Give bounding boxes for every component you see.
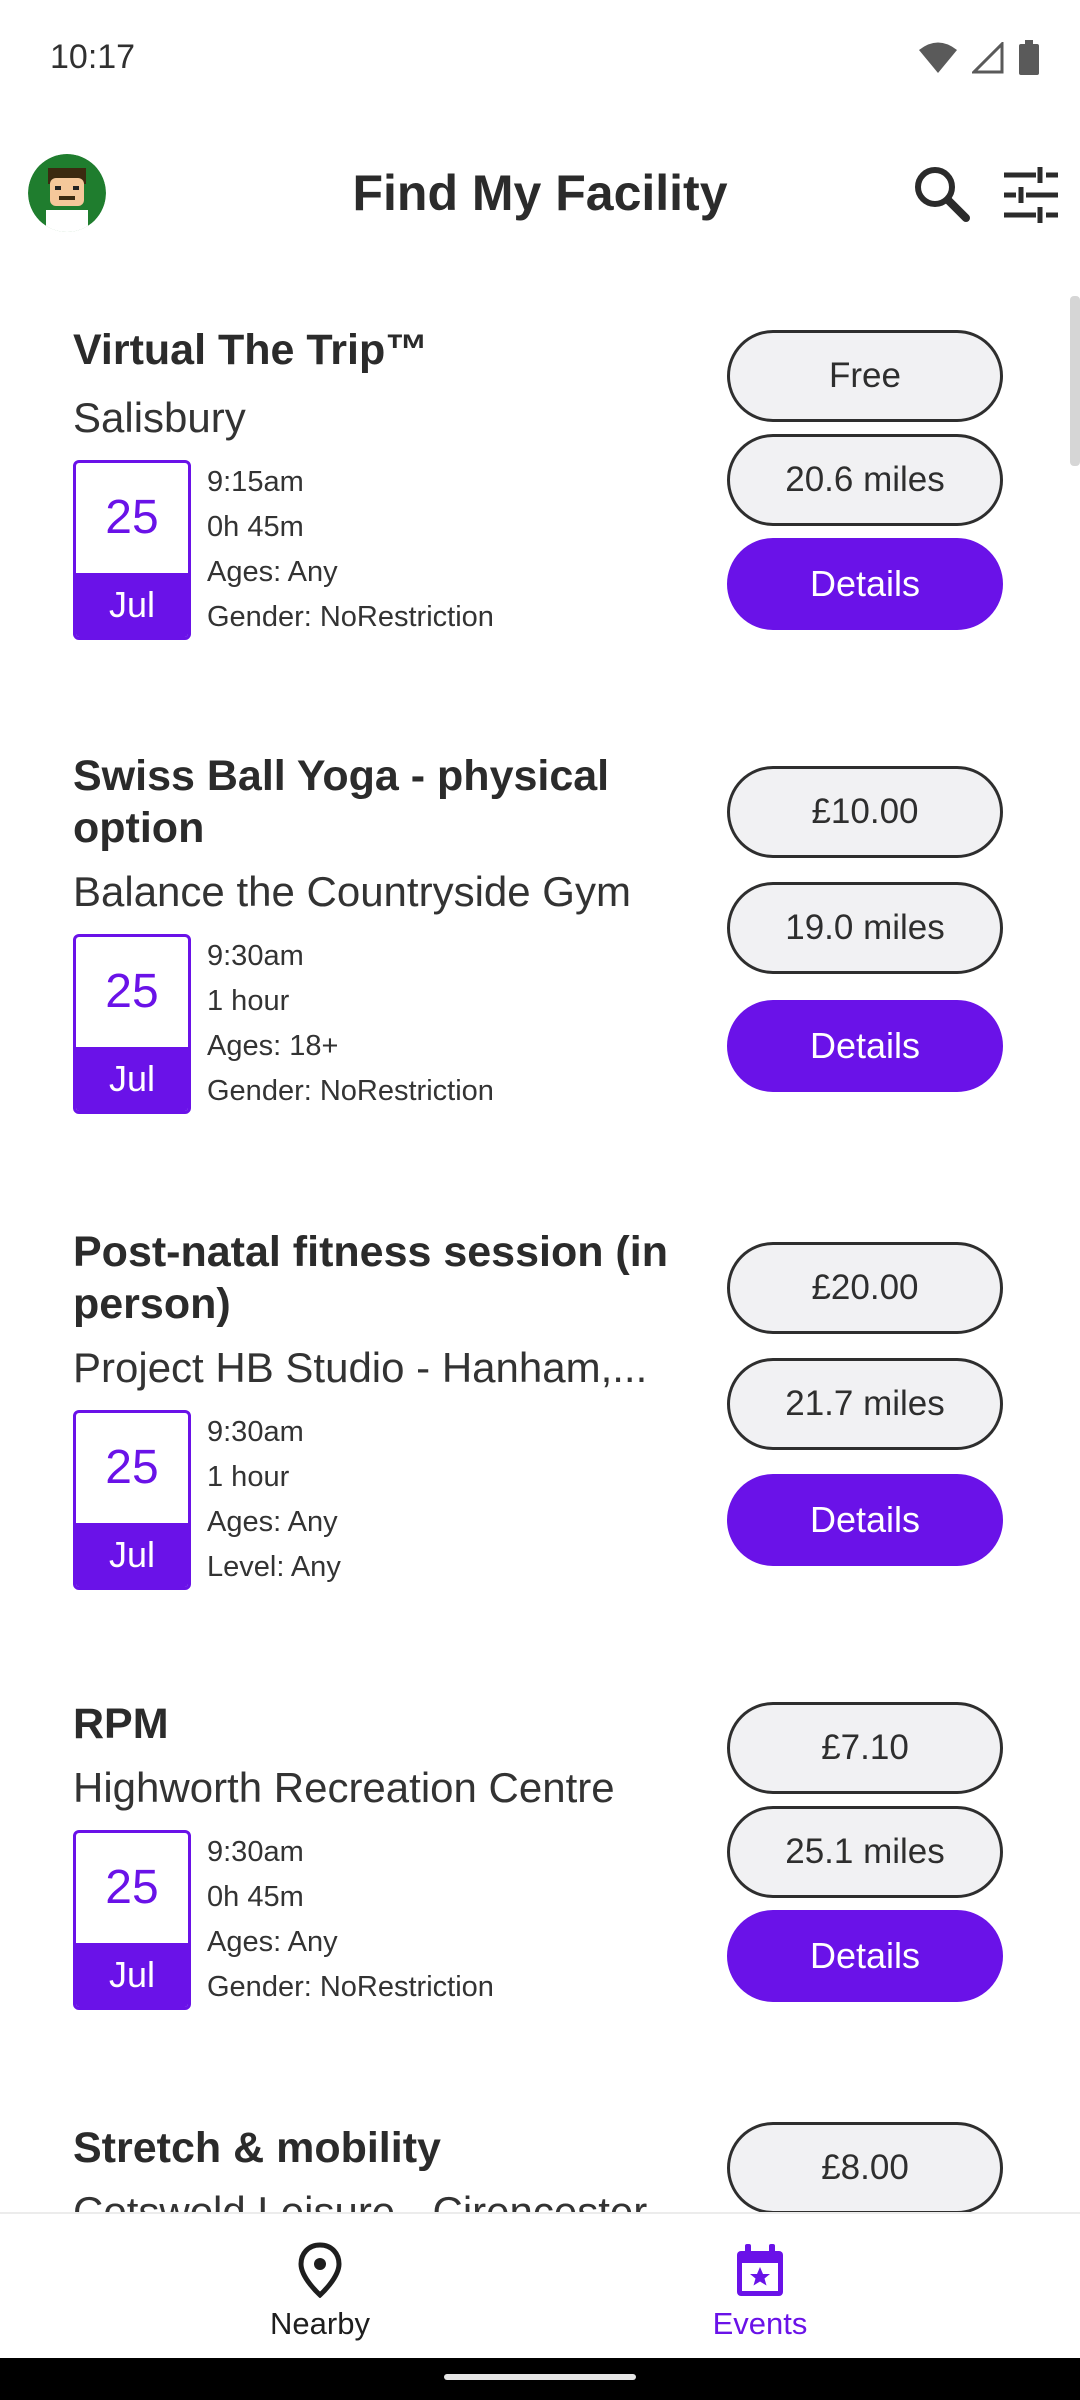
price-pill: £8.00 [727,2122,1003,2212]
distance-pill: 25.1 miles [727,1806,1003,1898]
date-badge: 25 Jul [73,934,191,1114]
details-button[interactable]: Details [727,1910,1003,2002]
bottom-navigation: Nearby Events [0,2212,1080,2358]
event-time: 9:15am [207,466,304,498]
event-title: Swiss Ball Yoga - physical option [73,752,610,852]
event-details: 9:30am 0h 45m Ages: Any Gender: NoRestri… [207,1830,494,2010]
event-ages: Ages: Any [207,1926,338,1958]
battery-icon [1019,40,1039,75]
event-time: 9:30am [207,1836,304,1868]
event-ages: Ages: 18+ [207,1030,339,1062]
price-pill: Free [727,330,1003,422]
event-gender: Gender: NoRestriction [207,1971,494,2003]
date-badge: 25 Jul [73,1830,191,2010]
event-title: Post-natal fitness session (in person) [73,1228,668,1328]
distance-pill: 21.7 miles [727,1358,1003,1450]
price-pill: £20.00 [727,1242,1003,1334]
event-details: 9:15am 0h 45m Ages: Any Gender: NoRestri… [207,460,494,640]
event-details: 9:30am 1 hour Ages: 18+ Gender: NoRestri… [207,934,494,1114]
event-ages: Ages: Any [207,1506,338,1538]
event-venue: Balance the Countryside Gym [73,868,631,915]
event-time: 9:30am [207,940,304,972]
distance-pill: 19.0 miles [727,882,1003,974]
event-venue: Salisbury [73,394,246,441]
details-button[interactable]: Details [727,538,1003,630]
event-duration: 0h 45m [207,1881,304,1913]
date-month: Jul [76,573,188,637]
event-details: 9:30am 1 hour Ages: Any Level: Any [207,1410,341,1590]
wifi-icon [919,42,957,73]
event-gender: Gender: NoRestriction [207,601,494,633]
status-bar: 10:17 [0,0,1080,116]
event-level: Level: Any [207,1551,341,1583]
status-time: 10:17 [50,38,136,76]
date-month: Jul [76,1047,188,1111]
event-gender: Gender: NoRestriction [207,1075,494,1107]
search-icon [915,167,970,222]
event-title: RPM [73,1700,169,1748]
status-icons [918,40,1040,76]
date-month: Jul [76,1523,188,1587]
event-time: 9:30am [207,1416,304,1448]
event-duration: 1 hour [207,985,290,1017]
location-pin-icon [298,2242,342,2298]
gesture-handle[interactable] [444,2374,636,2380]
event-duration: 1 hour [207,1461,290,1493]
date-month: Jul [76,1943,188,2007]
tune-icon [1004,167,1058,223]
filter-button[interactable] [996,160,1066,230]
event-venue: Highworth Recreation Centre [73,1764,615,1811]
distance-pill: 20.6 miles [727,434,1003,526]
system-gesture-bar [0,2358,1080,2400]
cellular-signal-icon [972,42,1004,74]
event-ages: Ages: Any [207,556,338,588]
calendar-star-icon [737,2244,783,2296]
date-day: 25 [105,965,159,1018]
date-badge: 25 Jul [73,460,191,640]
price-pill: £7.10 [727,1702,1003,1794]
event-title: Virtual The Trip™ [73,326,429,374]
search-button[interactable] [908,160,978,230]
event-duration: 0h 45m [207,511,304,543]
date-day: 25 [105,1441,159,1494]
details-button[interactable]: Details [727,1000,1003,1092]
price-pill: £10.00 [727,766,1003,858]
details-button[interactable]: Details [727,1474,1003,1566]
date-badge: 25 Jul [73,1410,191,1590]
event-venue: Cotswold Leisure - Cirencester [73,2188,648,2212]
scrollbar[interactable] [1070,296,1080,466]
nav-label-events: Events [712,2306,808,2341]
event-venue: Project HB Studio - Hanham,... [73,1344,648,1391]
date-day: 25 [105,1861,159,1914]
nav-item-events[interactable]: Events [490,2214,1030,2360]
event-list[interactable]: Virtual The Trip™ Salisbury 25 Jul 9:15a… [0,276,1080,2212]
event-title: Stretch & mobility [73,2124,441,2172]
date-day: 25 [105,491,159,544]
app-bar: Find My Facility [0,116,1080,276]
